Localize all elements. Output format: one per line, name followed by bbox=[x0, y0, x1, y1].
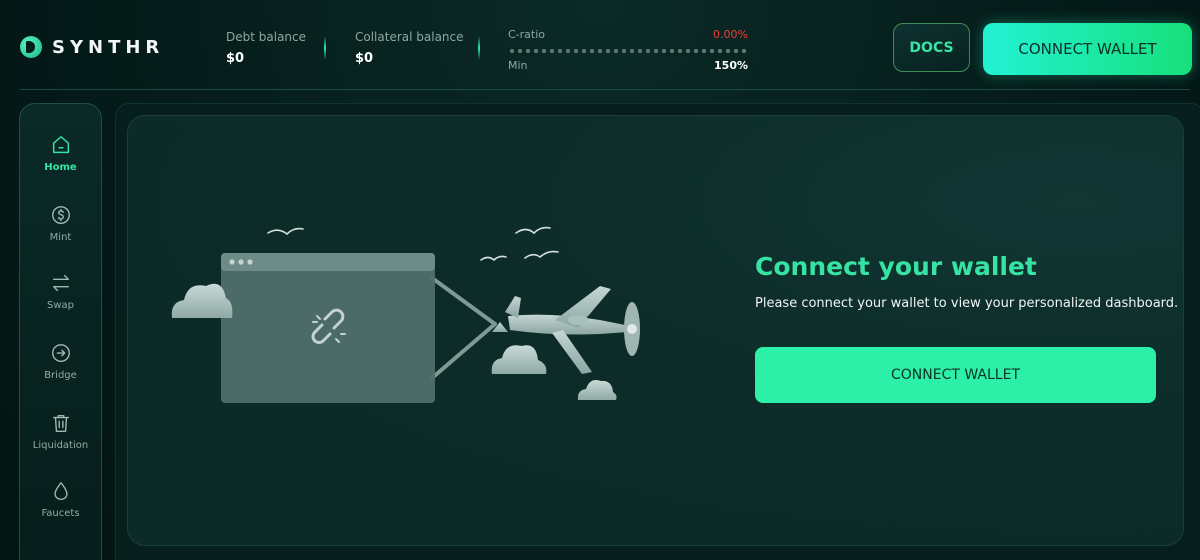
dollar-coin-icon bbox=[51, 206, 70, 224]
sidebar: Home Mint Swap Bridge Liquidation Faucet… bbox=[19, 103, 102, 560]
sidebar-item-swap[interactable]: Swap bbox=[20, 272, 101, 311]
sidebar-item-label: Liquidation bbox=[32, 440, 89, 451]
sidebar-item-label: Home bbox=[44, 162, 77, 173]
sidebar-item-label: Mint bbox=[49, 232, 72, 243]
c-ratio-meter: C-ratio 0.00% Min 150% bbox=[508, 28, 748, 72]
stat-divider bbox=[478, 36, 480, 60]
collateral-balance-value: $0 bbox=[355, 51, 374, 66]
sidebar-item-liquidation[interactable]: Liquidation bbox=[20, 412, 101, 451]
collateral-balance-stat: Collateral balance $0 bbox=[355, 30, 464, 66]
c-ratio-dotted-track bbox=[508, 48, 748, 54]
cloud-icon bbox=[577, 380, 617, 400]
connect-wallet-subtitle: Please connect your wallet to view your … bbox=[755, 296, 1179, 311]
sidebar-item-label: Faucets bbox=[41, 508, 80, 519]
synthr-logo-icon bbox=[20, 36, 42, 58]
collateral-balance-label: Collateral balance bbox=[355, 30, 464, 44]
sidebar-item-faucets[interactable]: Faucets bbox=[20, 480, 101, 519]
debt-balance-label: Debt balance bbox=[226, 30, 307, 44]
connect-wallet-title: Connect your wallet bbox=[755, 252, 1037, 281]
brand-name: SYNTHR bbox=[52, 36, 165, 58]
main-connect-wallet-button[interactable]: CONNECT WALLET bbox=[755, 347, 1156, 403]
sidebar-item-bridge[interactable]: Bridge bbox=[20, 342, 101, 381]
sidebar-item-label: Bridge bbox=[44, 370, 77, 381]
browser-window-icon bbox=[221, 253, 435, 403]
home-icon bbox=[52, 136, 69, 154]
swap-arrows-icon bbox=[52, 274, 69, 292]
header-divider bbox=[20, 89, 1190, 90]
c-ratio-min-value: 150% bbox=[714, 59, 748, 72]
debt-balance-value: $0 bbox=[226, 51, 245, 66]
sidebar-item-label: Swap bbox=[46, 300, 74, 311]
docs-button[interactable]: DOCS bbox=[893, 23, 970, 72]
trash-icon bbox=[52, 414, 69, 432]
disconnected-wallet-illustration bbox=[171, 226, 640, 403]
droplet-icon bbox=[53, 482, 68, 500]
arrow-right-circle-icon bbox=[51, 344, 70, 362]
c-ratio-label: C-ratio bbox=[508, 28, 546, 41]
sidebar-item-mint[interactable]: Mint bbox=[20, 204, 101, 243]
c-ratio-value: 0.00% bbox=[713, 28, 748, 41]
synthr-logo[interactable]: SYNTHR bbox=[20, 36, 164, 58]
cloud-icon bbox=[491, 345, 547, 374]
debt-balance-stat: Debt balance $0 bbox=[226, 30, 306, 66]
c-ratio-min-label: Min bbox=[508, 59, 528, 72]
stat-divider bbox=[324, 36, 326, 60]
header-connect-wallet-button[interactable]: CONNECT WALLET bbox=[983, 23, 1192, 75]
sidebar-item-home[interactable]: Home bbox=[20, 134, 101, 173]
